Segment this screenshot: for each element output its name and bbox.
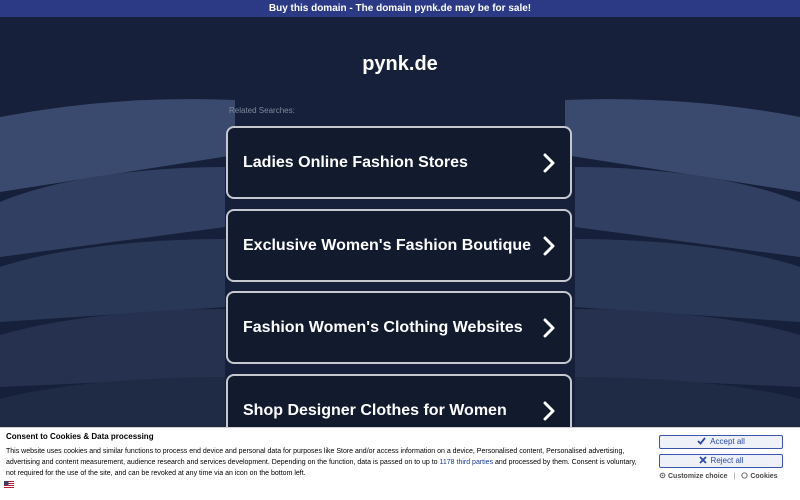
consent-title: Consent to Cookies & Data processing [6,432,154,441]
chevron-right-icon [543,236,555,256]
reject-all-label: Reject all [710,456,744,465]
domain-sale-text: Buy this domain - The domain pynk.de may… [268,3,532,14]
search-link-label: Ladies Online Fashion Stores [243,154,468,171]
search-link-exclusive-womens-fashion-boutique[interactable]: Exclusive Women's Fashion Boutique [226,209,572,282]
consent-description: This website uses cookies and similar fu… [6,446,638,479]
search-link-ladies-online-fashion-stores[interactable]: Ladies Online Fashion Stores [226,126,572,199]
cookie-consent-banner: Consent to Cookies & Data processing Thi… [0,427,800,500]
consent-secondary-links: Customize choice | Cookies [659,472,778,480]
site-title: pynk.de [362,53,438,75]
third-parties-link[interactable]: 1178 third parties [440,459,494,466]
chevron-right-icon [543,318,555,338]
cookies-link[interactable]: Cookies [750,473,777,480]
gear-icon [659,472,666,479]
accept-all-button[interactable]: Accept all [659,435,783,449]
accept-all-label: Accept all [710,437,745,446]
search-link-label: Fashion Women's Clothing Websites [243,319,523,336]
search-link-label: Exclusive Women's Fashion Boutique [243,237,532,254]
related-searches-label: Related Searches: [229,106,295,115]
chevron-right-icon [543,153,555,173]
link-separator: | [733,473,736,480]
checkmark-icon [697,437,706,445]
search-link-fashion-womens-clothing-websites[interactable]: Fashion Women's Clothing Websites [226,291,572,364]
reject-all-button[interactable]: Reject all [659,454,783,468]
domain-sale-banner[interactable]: Buy this domain - The domain pynk.de may… [0,0,800,17]
us-flag-icon[interactable] [4,481,14,488]
close-icon [698,456,707,464]
cookie-icon [741,472,748,479]
chevron-right-icon [543,401,555,421]
customize-choice-link[interactable]: Customize choice [668,473,728,480]
